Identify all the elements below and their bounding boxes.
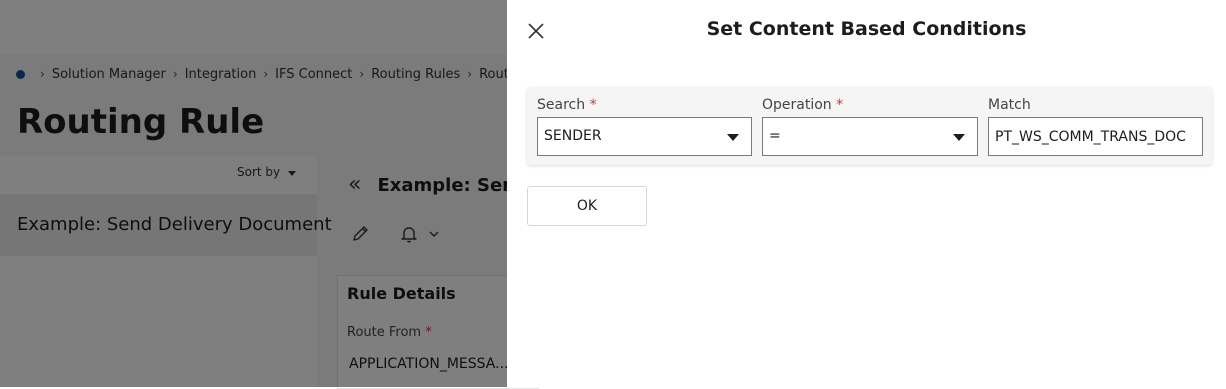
search-select[interactable]: SENDER [537, 117, 752, 156]
conditions-panel: Set Content Based Conditions Search * SE… [507, 0, 1226, 387]
match-input-box [988, 117, 1203, 156]
operation-label: Operation * [762, 95, 843, 115]
match-input[interactable] [989, 118, 1202, 155]
search-label: Search * [537, 95, 597, 115]
search-label-text: Search [537, 97, 586, 113]
search-field: Search * SENDER [537, 95, 752, 156]
dropdown-arrow-icon [953, 134, 965, 141]
dropdown-arrow-icon [727, 134, 739, 141]
operation-select[interactable]: = [762, 117, 978, 156]
required-marker: * [589, 97, 597, 113]
search-value: SENDER [544, 128, 602, 144]
match-field: Match [988, 95, 1203, 156]
match-label: Match [988, 97, 1031, 113]
operation-field: Operation * = [762, 95, 978, 156]
required-marker: * [836, 97, 844, 113]
operation-label-text: Operation [762, 97, 832, 113]
operation-value: = [769, 128, 781, 144]
condition-row: Search * SENDER Operation * = Match [527, 87, 1212, 165]
dialog-title: Set Content Based Conditions [706, 18, 1027, 40]
ok-button[interactable]: OK [527, 186, 647, 226]
